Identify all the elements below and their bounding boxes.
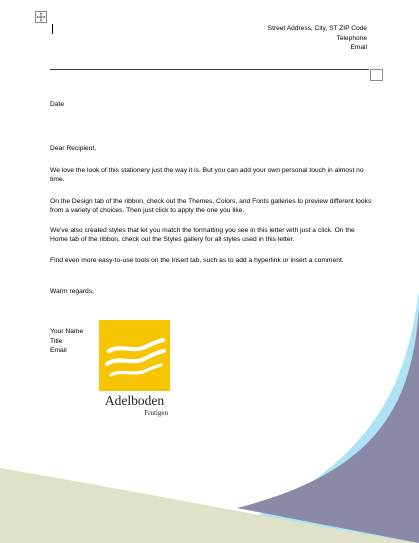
sender-email[interactable]: Email [268,43,368,53]
sender-telephone[interactable]: Telephone [268,34,367,44]
letter-salutation[interactable]: Dear Recipient, [50,144,372,153]
signature-email[interactable]: Email [50,346,83,356]
layout-options-box[interactable] [370,69,383,81]
letter-paragraph[interactable]: We love the look of this stationery just… [50,166,372,184]
sender-contact-block: Street Address, City, ST ZIP Code Teleph… [268,24,367,53]
logo-subtitle: Frutigen [144,409,168,417]
logo-emblem [99,320,170,391]
decorative-swoosh [0,290,419,543]
header-divider [50,69,369,70]
slate-band [237,308,419,543]
paragraph-text: We’ve also created styles that let you m… [50,227,355,244]
letter-paragraph[interactable]: We’ve also created styles that let you m… [50,226,372,244]
paragraph-text: Find even more easy-to-use tools on the … [50,257,344,264]
document-page: Street Address, City, ST ZIP Code Teleph… [0,0,419,543]
signature-name[interactable]: Your Name [50,327,83,337]
letter-paragraph[interactable]: Find even more easy-to-use tools on the … [50,256,372,265]
paragraph-text: We love the look of this stationery just… [50,167,364,184]
text-cursor [52,24,53,34]
signature-block: Your Name Title Email [50,327,83,356]
letter-paragraph[interactable]: On the Design tab of the ribbon, check o… [50,197,372,215]
paragraph-text: On the Design tab of the ribbon, check o… [50,198,372,215]
company-logo[interactable]: Adelboden Frutigen [96,320,173,420]
logo-name: Adelboden [104,393,165,408]
letter-closing[interactable]: Warm regards, [50,287,372,296]
letter-date[interactable]: Date [50,100,372,109]
sender-address[interactable]: Street Address, City, ST ZIP Code [268,24,367,34]
signature-title[interactable]: Title [50,337,83,347]
table-move-handle-icon[interactable] [35,11,47,23]
